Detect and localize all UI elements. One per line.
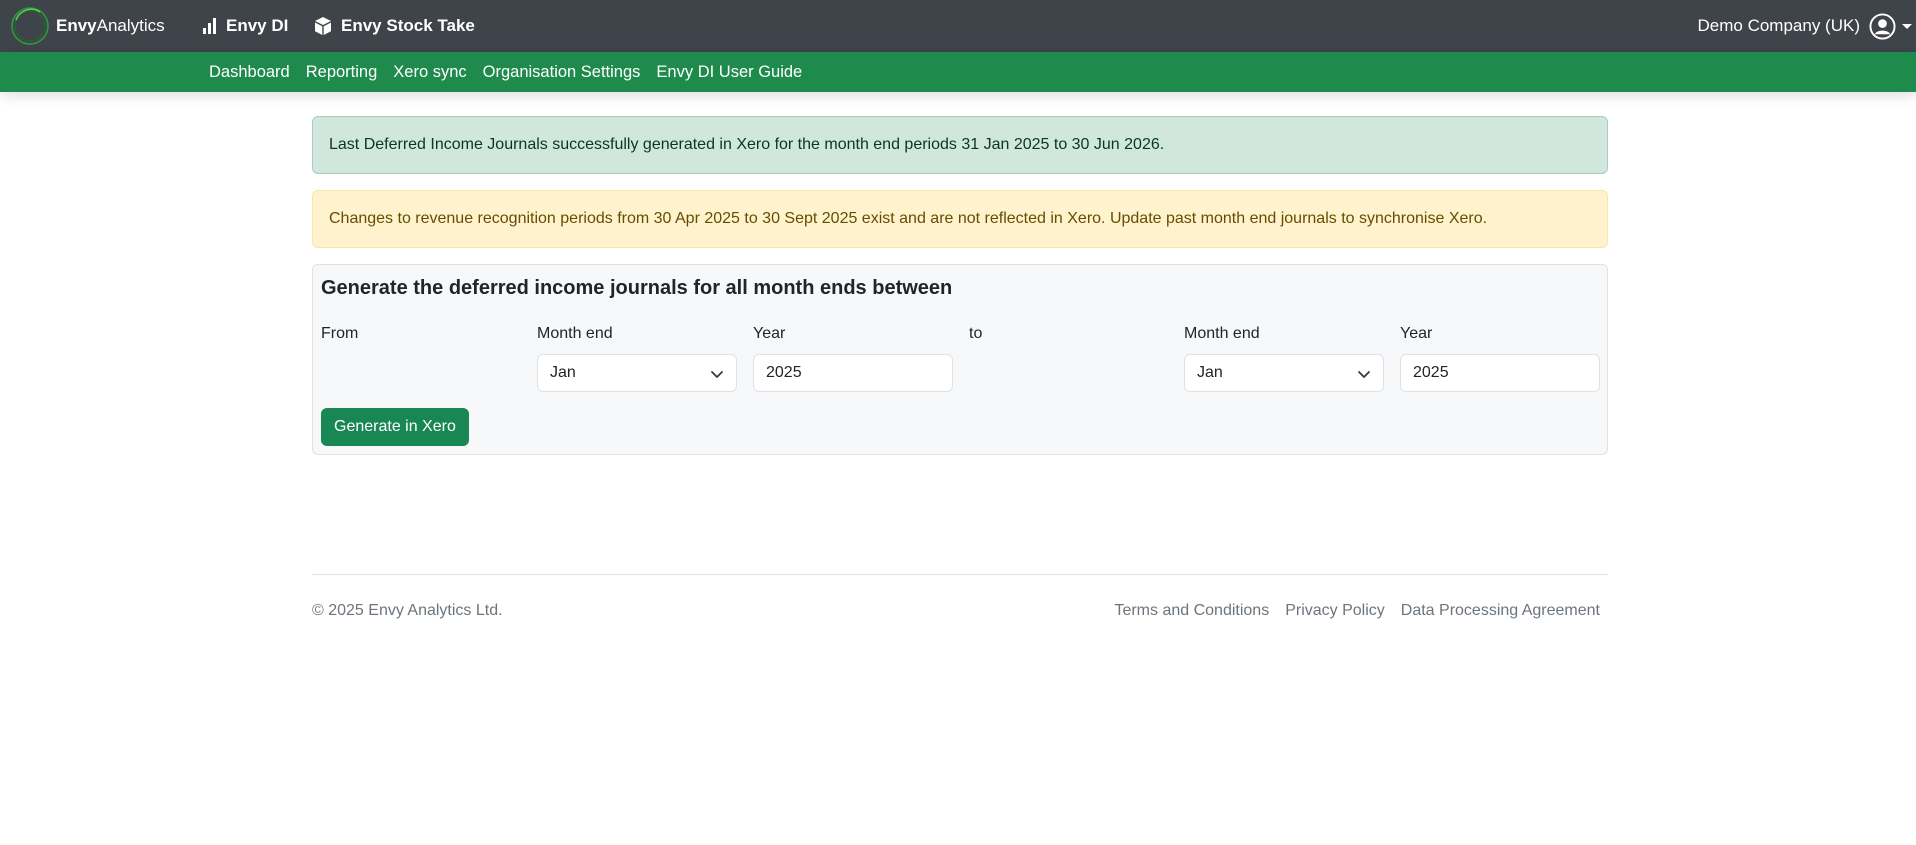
footer-link-terms[interactable]: Terms and Conditions [1114, 602, 1269, 620]
success-alert-text: Last Deferred Income Journals successful… [329, 136, 1165, 153]
user-circle-icon [1869, 12, 1896, 40]
to-year-label: Year [1400, 325, 1433, 342]
top-navbar: EnvyAnalytics Envy DI Envy Stock Take De… [0, 0, 1916, 52]
from-year-value: 2025 [766, 364, 802, 381]
user-menu-toggle[interactable] [1869, 12, 1912, 40]
from-month-label: Month end [537, 325, 613, 342]
to-year-value: 2025 [1413, 364, 1449, 381]
footer-divider [312, 574, 1608, 575]
warning-alert-text: Changes to revenue recognition periods f… [329, 210, 1488, 227]
from-year-input[interactable]: 2025 [753, 354, 953, 392]
footer-link-privacy[interactable]: Privacy Policy [1285, 602, 1385, 620]
to-month-label: Month end [1184, 325, 1260, 342]
from-month-value: Jan [550, 364, 576, 381]
footer-link-dpa[interactable]: Data Processing Agreement [1401, 602, 1600, 620]
nav-envy-stock-take[interactable]: Envy Stock Take [313, 0, 475, 52]
subnav-organisation-settings[interactable]: Organisation Settings [483, 63, 641, 82]
success-alert: Last Deferred Income Journals successful… [312, 116, 1608, 174]
to-month-select[interactable]: Jan [1184, 354, 1384, 392]
card-title: Generate the deferred income journals fo… [321, 277, 953, 299]
box-icon [315, 17, 331, 35]
from-year-label: Year [753, 325, 786, 342]
subnav-reporting[interactable]: Reporting [306, 63, 378, 82]
generate-journals-card: Generate the deferred income journals fo… [312, 264, 1608, 455]
nav-envy-di-label: Envy DI [226, 16, 289, 35]
to-year-input[interactable]: 2025 [1400, 354, 1600, 392]
company-name: Demo Company (UK) [1697, 16, 1861, 35]
circle-logo-icon [11, 7, 49, 45]
generate-in-xero-button[interactable]: Generate in Xero [321, 408, 469, 446]
nav-envy-di[interactable]: Envy DI [202, 0, 288, 52]
chevron-down-icon [711, 371, 723, 378]
to-label: to [969, 325, 983, 342]
brand-link[interactable]: EnvyAnalytics [10, 7, 165, 45]
warning-alert: Changes to revenue recognition periods f… [312, 190, 1608, 248]
copyright-text: © 2025 Envy Analytics Ltd. [312, 602, 503, 619]
chevron-down-icon [1358, 371, 1370, 378]
sub-navbar: Dashboard Reporting Xero sync Organisati… [0, 52, 1916, 92]
to-month-value: Jan [1197, 364, 1223, 381]
bar-chart-icon [203, 18, 216, 34]
chevron-down-icon [1902, 23, 1912, 29]
brand-name: EnvyAnalytics [56, 16, 165, 35]
footer-links: Terms and Conditions Privacy Policy Data… [1098, 602, 1600, 620]
from-month-select[interactable]: Jan [537, 354, 737, 392]
subnav-xero-sync[interactable]: Xero sync [393, 63, 466, 82]
from-label: From [321, 325, 359, 342]
subnav-user-guide[interactable]: Envy DI User Guide [656, 63, 802, 82]
subnav-dashboard[interactable]: Dashboard [209, 63, 290, 82]
nav-envy-stock-take-label: Envy Stock Take [341, 16, 475, 35]
